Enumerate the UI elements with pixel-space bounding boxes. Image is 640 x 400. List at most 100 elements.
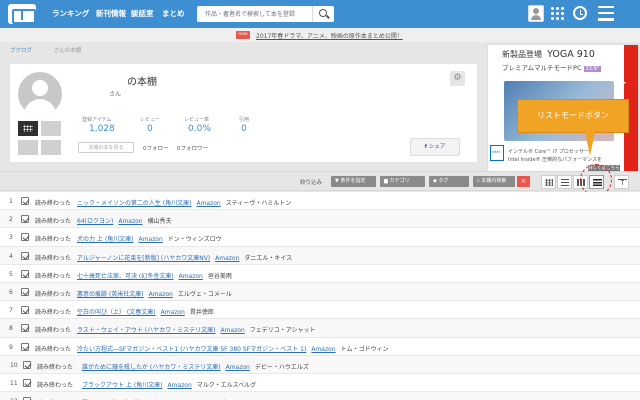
edit-icon[interactable] bbox=[21, 269, 29, 278]
list-mode-callout: リストモードボタン bbox=[517, 99, 629, 133]
top-nav: ランキング 新刊情報 談話室 まとめ bbox=[0, 0, 640, 28]
profile-avatar bbox=[18, 72, 62, 116]
row-number: 5 bbox=[9, 270, 13, 278]
shelf-view-icon[interactable] bbox=[18, 121, 38, 136]
filter-tag-button[interactable]: ◆ タグ bbox=[429, 176, 469, 187]
amazon-link[interactable]: Amazon bbox=[118, 218, 142, 225]
list-item: 5 読み終わった 七十歳死亡法案、可決 (幻冬舎文庫) Amazon 垣谷美雨 bbox=[0, 264, 640, 283]
stat-review-rate-value: 0.0% bbox=[188, 124, 211, 134]
stat-quotes-value[interactable]: 0 bbox=[241, 124, 247, 134]
follower-count[interactable]: 0フォロワー bbox=[177, 144, 208, 152]
edit-icon[interactable] bbox=[21, 342, 29, 351]
shelf-grid-icon[interactable] bbox=[550, 6, 565, 21]
author-name: 垣谷美雨 bbox=[207, 272, 232, 280]
author-name: デビー・ハウエルズ bbox=[254, 363, 309, 371]
intel-logo-icon: intel bbox=[490, 145, 504, 161]
facebook-icon: f bbox=[424, 144, 428, 150]
stat-review-rate-label: レビュー率 bbox=[184, 117, 210, 123]
grid-view-icon[interactable] bbox=[541, 175, 556, 189]
amazon-link[interactable]: Amazon bbox=[311, 346, 335, 353]
author-name: 横山秀夫 bbox=[147, 218, 172, 226]
filter-bar: 絞り込み ▼ 条件を指定 ▆ カテゴリ ◆ タグ ⌕ 本棚内検索 × bbox=[0, 171, 640, 191]
read-status: 読み終わった bbox=[35, 290, 72, 298]
book-title-link[interactable]: 空白の叫び（上） (文春文庫) bbox=[77, 309, 156, 316]
amazon-link[interactable]: Amazon bbox=[168, 382, 192, 389]
book-title-link[interactable]: 冷たい方程式―SFマガジン・ベスト1 (ハヤカワ文庫 SF 380 SFマガジン… bbox=[77, 346, 306, 353]
amazon-link[interactable]: Amazon bbox=[149, 291, 173, 298]
breadcrumb-home[interactable]: ブクログ bbox=[10, 48, 32, 54]
row-content: アルジャーノンに花束を[新版] (ハヤカワ文庫NV) Amazon ダニエル・キイス bbox=[77, 253, 292, 262]
book-title-link[interactable]: 犬の力 上 (角川文庫) bbox=[77, 236, 134, 243]
book-title-link[interactable]: ラスト・ウェイ・アウト (ハヤカワ・ミステリ文庫) bbox=[77, 327, 215, 334]
read-status: 読み終わった bbox=[37, 381, 74, 389]
stat-reviews-value[interactable]: 0 bbox=[147, 124, 153, 134]
filter-clear-button[interactable]: × bbox=[517, 176, 530, 187]
edit-icon[interactable] bbox=[21, 233, 29, 242]
history-icon[interactable] bbox=[41, 121, 61, 136]
read-status: 読み終わった bbox=[37, 363, 74, 371]
row-number: 11 bbox=[10, 379, 18, 387]
share-label: シェア bbox=[428, 144, 446, 150]
edit-icon[interactable] bbox=[21, 251, 29, 260]
row-number: 9 bbox=[9, 343, 13, 351]
amazon-link[interactable]: Amazon bbox=[215, 255, 239, 262]
shelf-title: の本棚 bbox=[127, 77, 157, 88]
read-status: 読み終わった bbox=[35, 309, 72, 317]
notice-link[interactable]: 2017年春ドラマ、アニメ、映画の原作本まとめ公開！ bbox=[256, 31, 403, 40]
amazon-link[interactable]: Amazon bbox=[220, 327, 244, 334]
read-status: 読み終わった bbox=[35, 327, 72, 335]
edit-icon[interactable] bbox=[21, 215, 29, 224]
row-number: 1 bbox=[9, 198, 13, 205]
stat-reviews-label: レビュー bbox=[140, 117, 161, 123]
author-name: ドン・ウィンズロウ bbox=[167, 236, 222, 244]
book-title-link[interactable]: ブラックアウト 上 (角川文庫) bbox=[82, 382, 163, 389]
book-title-link[interactable]: 64(ロクヨン) bbox=[77, 218, 113, 225]
callout-pointer bbox=[585, 132, 595, 156]
book-title-link[interactable]: 悪意の痕跡 (英米社文庫) bbox=[77, 291, 144, 298]
row-number: 3 bbox=[9, 234, 13, 242]
ad-subtitle: プレミアムマルチモードPC 13.9" bbox=[502, 64, 601, 72]
menu-icon[interactable] bbox=[598, 6, 614, 21]
book-title-link[interactable]: アルジャーノンに花束を[新版] (ハヤカワ文庫NV) bbox=[77, 255, 210, 262]
edit-icon[interactable] bbox=[21, 324, 29, 333]
nav-new-releases[interactable]: 新刊情報 bbox=[96, 8, 126, 19]
more-icon[interactable] bbox=[41, 140, 61, 155]
clock-icon[interactable] bbox=[573, 6, 587, 20]
row-content: ニック・メイソンの第二の人生 (角川文庫) Amazon スティーヴ・ハミルトン bbox=[77, 198, 291, 207]
edit-icon[interactable] bbox=[23, 378, 31, 387]
edit-icon[interactable] bbox=[23, 360, 31, 369]
amazon-link[interactable]: Amazon bbox=[139, 236, 163, 243]
nav-summary[interactable]: まとめ bbox=[162, 8, 185, 19]
compact-list-icon[interactable] bbox=[557, 175, 572, 189]
share-button[interactable]: f シェア bbox=[410, 138, 460, 156]
list-item: 2 読み終わった 64(ロクヨン) Amazon 横山秀夫 bbox=[0, 210, 640, 229]
ad-footer-line1: インテル® Core™ i7 プロセッサー bbox=[508, 149, 589, 155]
booklog-logo-icon[interactable] bbox=[8, 4, 36, 24]
scroll-top-icon[interactable] bbox=[614, 175, 629, 189]
profile-person-icon[interactable] bbox=[18, 140, 38, 155]
row-number: 8 bbox=[9, 325, 13, 333]
nav-forum[interactable]: 談話室 bbox=[131, 8, 154, 19]
amazon-link[interactable]: Amazon bbox=[226, 364, 250, 371]
list-item: 10 読み終わった 誰がために鐘を殺したか (ハヤカワ・ミステリ文庫) Amazon デ… bbox=[0, 355, 640, 374]
follow-count[interactable]: 0フォロー bbox=[143, 144, 169, 152]
edit-icon[interactable] bbox=[21, 287, 29, 296]
edit-icon[interactable] bbox=[21, 197, 29, 205]
amazon-link[interactable]: Amazon bbox=[196, 200, 220, 207]
shelf-books-button[interactable]: 本棚の本を見る bbox=[78, 142, 134, 153]
nav-ranking[interactable]: ランキング bbox=[52, 8, 89, 19]
filter-search-button[interactable]: ⌕ 本棚内検索 bbox=[473, 176, 515, 187]
edit-icon[interactable] bbox=[21, 306, 29, 315]
filter-condition-button[interactable]: ▼ 条件を指定 bbox=[331, 176, 376, 187]
row-number: 10 bbox=[10, 361, 18, 369]
filter-category-button[interactable]: ▆ カテゴリ bbox=[380, 176, 425, 187]
book-title-link[interactable]: 七十歳死亡法案、可決 (幻冬舎文庫) bbox=[77, 273, 174, 280]
user-avatar[interactable] bbox=[528, 5, 544, 22]
search-icon[interactable] bbox=[312, 6, 334, 22]
amazon-link[interactable]: Amazon bbox=[179, 273, 203, 280]
book-title-link[interactable]: 誰がために鐘を殺したか (ハヤカワ・ミステリ文庫) bbox=[82, 364, 221, 371]
amazon-link[interactable]: Amazon bbox=[161, 309, 185, 316]
book-title-link[interactable]: ニック・メイソンの第二の人生 (角川文庫) bbox=[77, 200, 191, 207]
stat-items-value[interactable]: 1,028 bbox=[89, 124, 115, 134]
gear-icon[interactable]: ⚙ bbox=[450, 71, 465, 86]
